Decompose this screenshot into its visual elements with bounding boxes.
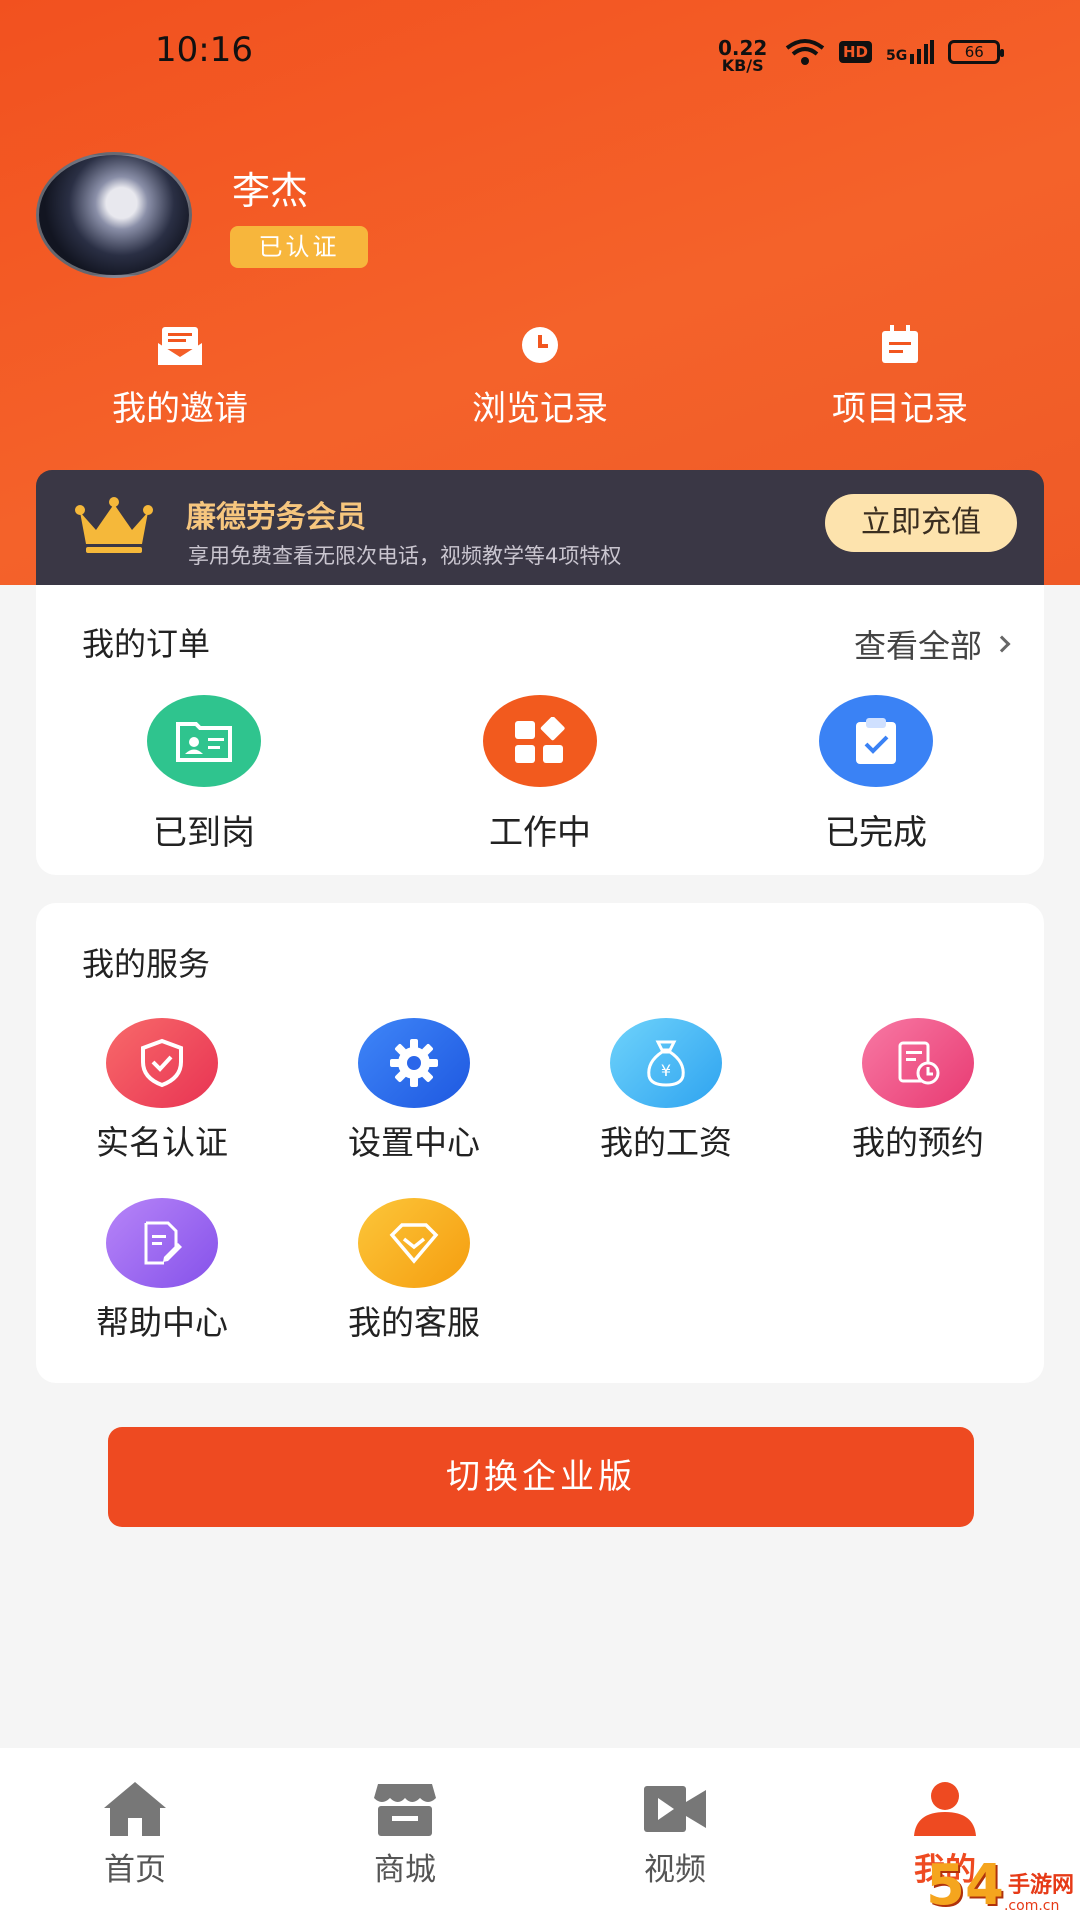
tab-label: 商城	[374, 1852, 436, 1888]
order-status-working[interactable]: 工作中	[372, 695, 708, 854]
order-status-label: 已到岗	[153, 813, 255, 853]
money-bag-icon: ¥	[610, 1018, 722, 1108]
service-label: 实名认证	[96, 1123, 228, 1162]
tab-label: 首页	[104, 1852, 166, 1888]
bottom-tab-bar: 首页 商城 视频 我的	[0, 1748, 1080, 1920]
wifi-icon	[785, 39, 825, 65]
invite-envelope-icon	[158, 327, 202, 365]
clipboard-check-icon	[819, 695, 933, 787]
home-icon	[104, 1782, 166, 1836]
network-speed: 0.22 KB/S	[718, 38, 767, 74]
recharge-button[interactable]: 立即充值	[825, 494, 1017, 552]
diamond-icon	[358, 1198, 470, 1288]
watermark-text: 手游网	[1007, 1873, 1074, 1898]
battery-icon: 66	[948, 40, 1005, 64]
status-icons: HD 5G 66	[785, 38, 1005, 66]
watermark-number: 54	[926, 1853, 1004, 1918]
services-grid: 实名认证 设置中心 ¥ 我的工资 我的预约 帮助中心 我的客服	[36, 1018, 1044, 1344]
quick-links: 我的邀请 浏览记录 项目记录	[0, 325, 1080, 435]
quick-link-projects[interactable]: 项目记录	[720, 325, 1080, 435]
vip-title: 廉德劳务会员	[186, 500, 366, 535]
user-name: 李杰	[232, 169, 309, 213]
order-status-row: 已到岗 工作中 已完成	[36, 695, 1044, 854]
shield-check-icon	[106, 1018, 218, 1108]
edit-doc-icon	[106, 1198, 218, 1288]
clock-icon	[522, 327, 558, 363]
svg-text:¥: ¥	[661, 1061, 671, 1080]
quick-link-label: 浏览记录	[472, 389, 608, 429]
view-all-orders-link[interactable]: 查看全部	[853, 621, 1011, 667]
order-status-completed[interactable]: 已完成	[708, 695, 1044, 854]
orders-card: 我的订单 查看全部 已到岗 工作中 已完成	[36, 585, 1044, 875]
service-label: 设置中心	[348, 1123, 480, 1162]
calendar-icon	[882, 325, 918, 363]
verified-badge: 已认证	[230, 226, 368, 268]
quick-link-label: 我的邀请	[112, 389, 248, 429]
services-title: 我的服务	[82, 945, 211, 983]
vip-description: 享用免费查看无限次电话，视频教学等4项特权	[188, 544, 622, 568]
status-time: 10:16	[155, 30, 253, 70]
service-real-name-auth[interactable]: 实名认证	[36, 1018, 288, 1164]
avatar[interactable]	[36, 152, 192, 278]
orders-title: 我的订单	[82, 625, 211, 663]
view-all-label: 查看全部	[853, 627, 982, 665]
service-label: 我的客服	[348, 1303, 480, 1342]
network-speed-unit: KB/S	[721, 56, 764, 75]
status-bar: 10:16 0.22 KB/S HD 5G 66	[0, 0, 1080, 110]
chevron-right-icon	[993, 635, 1011, 653]
quick-link-invite[interactable]: 我的邀请	[0, 325, 360, 435]
tab-video[interactable]: 视频	[540, 1748, 810, 1920]
hd-badge: HD	[839, 41, 873, 63]
tab-label: 视频	[644, 1852, 706, 1888]
service-settings[interactable]: 设置中心	[288, 1018, 540, 1164]
services-card: 我的服务 实名认证 设置中心 ¥ 我的工资 我的预约 帮助中心 我的客服	[36, 903, 1044, 1383]
crown-icon	[75, 497, 153, 553]
order-status-label: 工作中	[489, 813, 591, 853]
network-type-label: 5G	[886, 48, 908, 64]
network-type: 5G	[886, 40, 935, 64]
network-speed-value: 0.22	[718, 36, 768, 60]
tab-home[interactable]: 首页	[0, 1748, 270, 1920]
service-help-center[interactable]: 帮助中心	[36, 1198, 288, 1344]
tab-store[interactable]: 商城	[270, 1748, 540, 1920]
service-label: 我的工资	[600, 1123, 732, 1162]
site-watermark: 54 手游网 .com.cn	[926, 1853, 1074, 1918]
service-wages[interactable]: ¥ 我的工资	[540, 1018, 792, 1164]
user-icon	[914, 1782, 976, 1836]
gear-icon	[358, 1018, 470, 1108]
switch-enterprise-button[interactable]: 切换企业版	[108, 1427, 974, 1527]
quick-link-history[interactable]: 浏览记录	[360, 325, 720, 435]
video-camera-icon	[644, 1786, 706, 1832]
order-status-arrived[interactable]: 已到岗	[36, 695, 372, 854]
id-card-icon	[147, 695, 261, 787]
service-label: 我的预约	[852, 1123, 984, 1162]
service-customer-service[interactable]: 我的客服	[288, 1198, 540, 1344]
schedule-doc-icon	[862, 1018, 974, 1108]
signal-icon	[910, 40, 935, 64]
watermark-domain: .com.cn	[1003, 1898, 1060, 1914]
service-label: 帮助中心	[96, 1303, 228, 1342]
watermark-text-group: 手游网 .com.cn	[1003, 1873, 1074, 1915]
apps-grid-icon	[483, 695, 597, 787]
quick-link-label: 项目记录	[832, 389, 968, 429]
order-status-label: 已完成	[825, 813, 927, 853]
vip-banner: 廉德劳务会员 享用免费查看无限次电话，视频教学等4项特权 立即充值	[36, 470, 1044, 585]
service-appointments[interactable]: 我的预约	[792, 1018, 1044, 1164]
store-icon	[374, 1784, 436, 1836]
profile-header: 10:16 0.22 KB/S HD 5G 66 李杰 已认证 我的邀请 浏览记…	[0, 0, 1080, 585]
